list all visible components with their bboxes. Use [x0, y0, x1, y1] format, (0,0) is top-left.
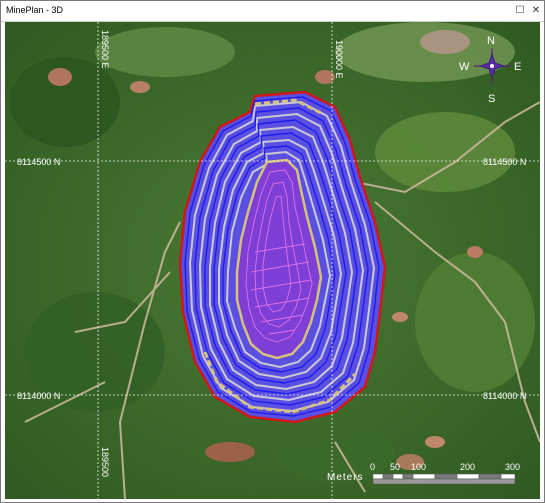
map-viewport[interactable]: 8114500 N 8114500 N 8114000 N 8114000 N … — [5, 22, 540, 499]
titlebar: MinePlan - 3D ☐ ✕ — [1, 1, 544, 22]
label-north-1-left: 8114500 N — [17, 157, 60, 167]
scale-tick-50: 50 — [390, 462, 400, 472]
scale-tick-0: 0 — [370, 462, 375, 472]
compass-n: N — [487, 35, 495, 47]
scale-segments — [372, 473, 516, 485]
compass-e: E — [514, 61, 521, 73]
scale-tick-300: 300 — [505, 462, 520, 472]
scale-tick-100: 100 — [411, 462, 426, 472]
close-button[interactable]: ✕ — [529, 4, 543, 18]
scale-unit-label: Meters — [327, 472, 364, 483]
maximize-button[interactable]: ☐ — [513, 4, 527, 18]
window-title: MinePlan - 3D — [6, 5, 64, 15]
label-east-2: 190000 E — [334, 40, 344, 79]
compass-s: S — [488, 93, 495, 105]
scale-tick-200: 200 — [460, 462, 475, 472]
map-canvas[interactable]: 8114500 N 8114500 N 8114000 N 8114000 N … — [5, 22, 540, 499]
label-north-1-right: 8114500 N — [483, 157, 526, 167]
label-east-1: 189500 E — [100, 30, 110, 69]
window: MinePlan - 3D ☐ ✕ 8114500 N 8114500 N 81… — [0, 0, 545, 503]
compass-w: W — [459, 61, 470, 73]
label-east-1-bottom: 189500 — [100, 447, 110, 477]
label-north-2-left: 8114000 N — [17, 391, 60, 401]
label-north-2-right: 8114000 N — [483, 391, 526, 401]
